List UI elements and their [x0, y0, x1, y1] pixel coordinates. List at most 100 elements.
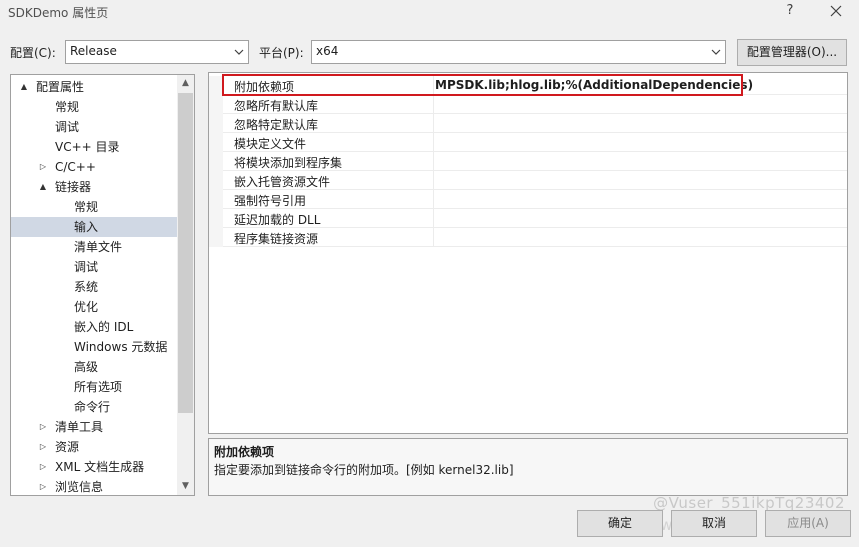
tree-item-label: 输入 — [74, 220, 99, 234]
tree-item-label: 清单文件 — [74, 240, 123, 254]
tree-item[interactable]: ▷ 资源 — [11, 437, 177, 457]
column-divider — [433, 133, 434, 152]
tree-item[interactable]: 高级 — [11, 357, 177, 377]
chevron-down-icon — [711, 49, 721, 55]
tree-item-label: 高级 — [74, 360, 99, 374]
tree-item[interactable]: 调试 — [11, 257, 177, 277]
config-select[interactable]: Release — [65, 40, 249, 64]
property-row[interactable]: 延迟加载的 DLL — [209, 209, 847, 228]
row-gutter — [209, 114, 223, 133]
column-divider — [433, 114, 434, 133]
close-button[interactable] — [821, 0, 851, 24]
tree-item[interactable]: 常规 — [11, 197, 177, 217]
column-divider — [433, 209, 434, 228]
config-manager-button[interactable]: 配置管理器(O)... — [737, 39, 847, 66]
description-text: 指定要添加到链接命令行的附加项。[例如 kernel32.lib] — [214, 463, 514, 477]
scrollbar-thumb[interactable] — [178, 93, 193, 413]
tree-item-label: 所有选项 — [74, 380, 123, 394]
tree-item[interactable]: 系统 — [11, 277, 177, 297]
column-divider — [433, 152, 434, 171]
row-gutter — [209, 95, 223, 114]
tree-item[interactable]: ▷ 浏览信息 — [11, 477, 177, 495]
apply-button[interactable]: 应用(A) — [765, 510, 851, 537]
tree-item[interactable]: ▷ XML 文档生成器 — [11, 457, 177, 477]
tree-item-label: Windows 元数据 — [74, 340, 168, 354]
tree-item[interactable]: VC++ 目录 — [11, 137, 177, 157]
property-row[interactable]: 忽略所有默认库 — [209, 95, 847, 114]
tree-item-label: 资源 — [55, 440, 80, 454]
property-row[interactable]: 将模块添加到程序集 — [209, 152, 847, 171]
tree-item[interactable]: ▲ 链接器 — [11, 177, 177, 197]
expand-icon[interactable]: ▷ — [38, 417, 48, 437]
cancel-button[interactable]: 取消 — [671, 510, 757, 537]
help-button[interactable]: ? — [775, 0, 805, 24]
tree-item[interactable]: 优化 — [11, 297, 177, 317]
tree-item-label: 调试 — [74, 260, 99, 274]
ok-button[interactable]: 确定 — [577, 510, 663, 537]
tree-item-label: 常规 — [55, 100, 80, 114]
tree-item-label: 嵌入的 IDL — [74, 320, 134, 334]
property-name: 将模块添加到程序集 — [234, 156, 343, 170]
tree-item-label: XML 文档生成器 — [55, 460, 145, 474]
description-title: 附加依赖项 — [214, 445, 275, 459]
property-row[interactable]: 程序集链接资源 — [209, 228, 847, 247]
description-panel: 附加依赖项 指定要添加到链接命令行的附加项。[例如 kernel32.lib] — [208, 438, 848, 496]
property-name: 程序集链接资源 — [234, 232, 319, 246]
platform-select[interactable]: x64 — [311, 40, 726, 64]
row-gutter — [209, 76, 223, 95]
column-divider — [433, 95, 434, 114]
close-icon — [830, 5, 842, 17]
tree-item[interactable]: 常规 — [11, 97, 177, 117]
tree-item[interactable]: ▷ C/C++ — [11, 157, 177, 177]
tree-item-label: VC++ 目录 — [55, 140, 120, 154]
tree-item[interactable]: ▲ 配置属性 — [11, 77, 177, 97]
tree-item[interactable]: 清单文件 — [11, 237, 177, 257]
tree-item[interactable]: 命令行 — [11, 397, 177, 417]
property-grid[interactable]: 附加依赖项 MPSDK.lib;hlog.lib;%(AdditionalDepe… — [208, 72, 848, 434]
tree-item[interactable]: ▷ 清单工具 — [11, 417, 177, 437]
tree-item-label: 浏览信息 — [55, 480, 104, 494]
expand-icon[interactable]: ▷ — [38, 477, 48, 495]
collapse-icon[interactable]: ▲ — [19, 77, 29, 97]
property-name: 嵌入托管资源文件 — [234, 175, 331, 189]
collapse-icon[interactable]: ▲ — [38, 177, 48, 197]
tree-item-label: C/C++ — [55, 160, 96, 174]
property-row[interactable]: 嵌入托管资源文件 — [209, 171, 847, 190]
row-gutter — [209, 228, 223, 247]
property-name: 忽略特定默认库 — [234, 118, 319, 132]
tree-item-label: 调试 — [55, 120, 80, 134]
tree-item-label: 链接器 — [55, 180, 92, 194]
property-row[interactable]: 模块定义文件 — [209, 133, 847, 152]
scroll-down-icon[interactable]: ▼ — [177, 478, 194, 495]
tree-item-label: 常规 — [74, 200, 99, 214]
row-gutter — [209, 171, 223, 190]
tree-scrollbar[interactable]: ▲ ▼ — [177, 75, 194, 495]
platform-value: x64 — [316, 44, 339, 58]
row-gutter — [209, 209, 223, 228]
property-name: 强制符号引用 — [234, 194, 307, 208]
row-gutter — [209, 133, 223, 152]
tree-item[interactable]: 调试 — [11, 117, 177, 137]
expand-icon[interactable]: ▷ — [38, 157, 48, 177]
scroll-up-icon[interactable]: ▲ — [177, 75, 194, 92]
config-label: 配置(C): — [10, 46, 56, 60]
row-gutter — [209, 190, 223, 209]
tree-item-label: 系统 — [74, 280, 99, 294]
expand-icon[interactable]: ▷ — [38, 437, 48, 457]
tree-item-label: 清单工具 — [55, 420, 104, 434]
row-gutter — [209, 152, 223, 171]
property-row[interactable]: 忽略特定默认库 — [209, 114, 847, 133]
chevron-down-icon — [234, 49, 244, 55]
title-bar: SDKDemo 属性页 ? — [0, 0, 859, 26]
platform-label: 平台(P): — [259, 46, 304, 60]
property-name: 延迟加载的 DLL — [234, 213, 321, 227]
tree-item[interactable]: 输入 — [11, 217, 177, 237]
expand-icon[interactable]: ▷ — [38, 457, 48, 477]
property-row[interactable]: 强制符号引用 — [209, 190, 847, 209]
tree-item-label: 命令行 — [74, 400, 111, 414]
tree-item[interactable]: 所有选项 — [11, 377, 177, 397]
property-tree[interactable]: ▲ 配置属性 常规 调试 VC++ 目录 ▷ C/C++ ▲ 链接器 常规 输入 清单文件 调试 系统 优化… — [10, 74, 195, 496]
tree-item[interactable]: 嵌入的 IDL — [11, 317, 177, 337]
tree-item[interactable]: Windows 元数据 — [11, 337, 177, 357]
column-divider — [433, 171, 434, 190]
